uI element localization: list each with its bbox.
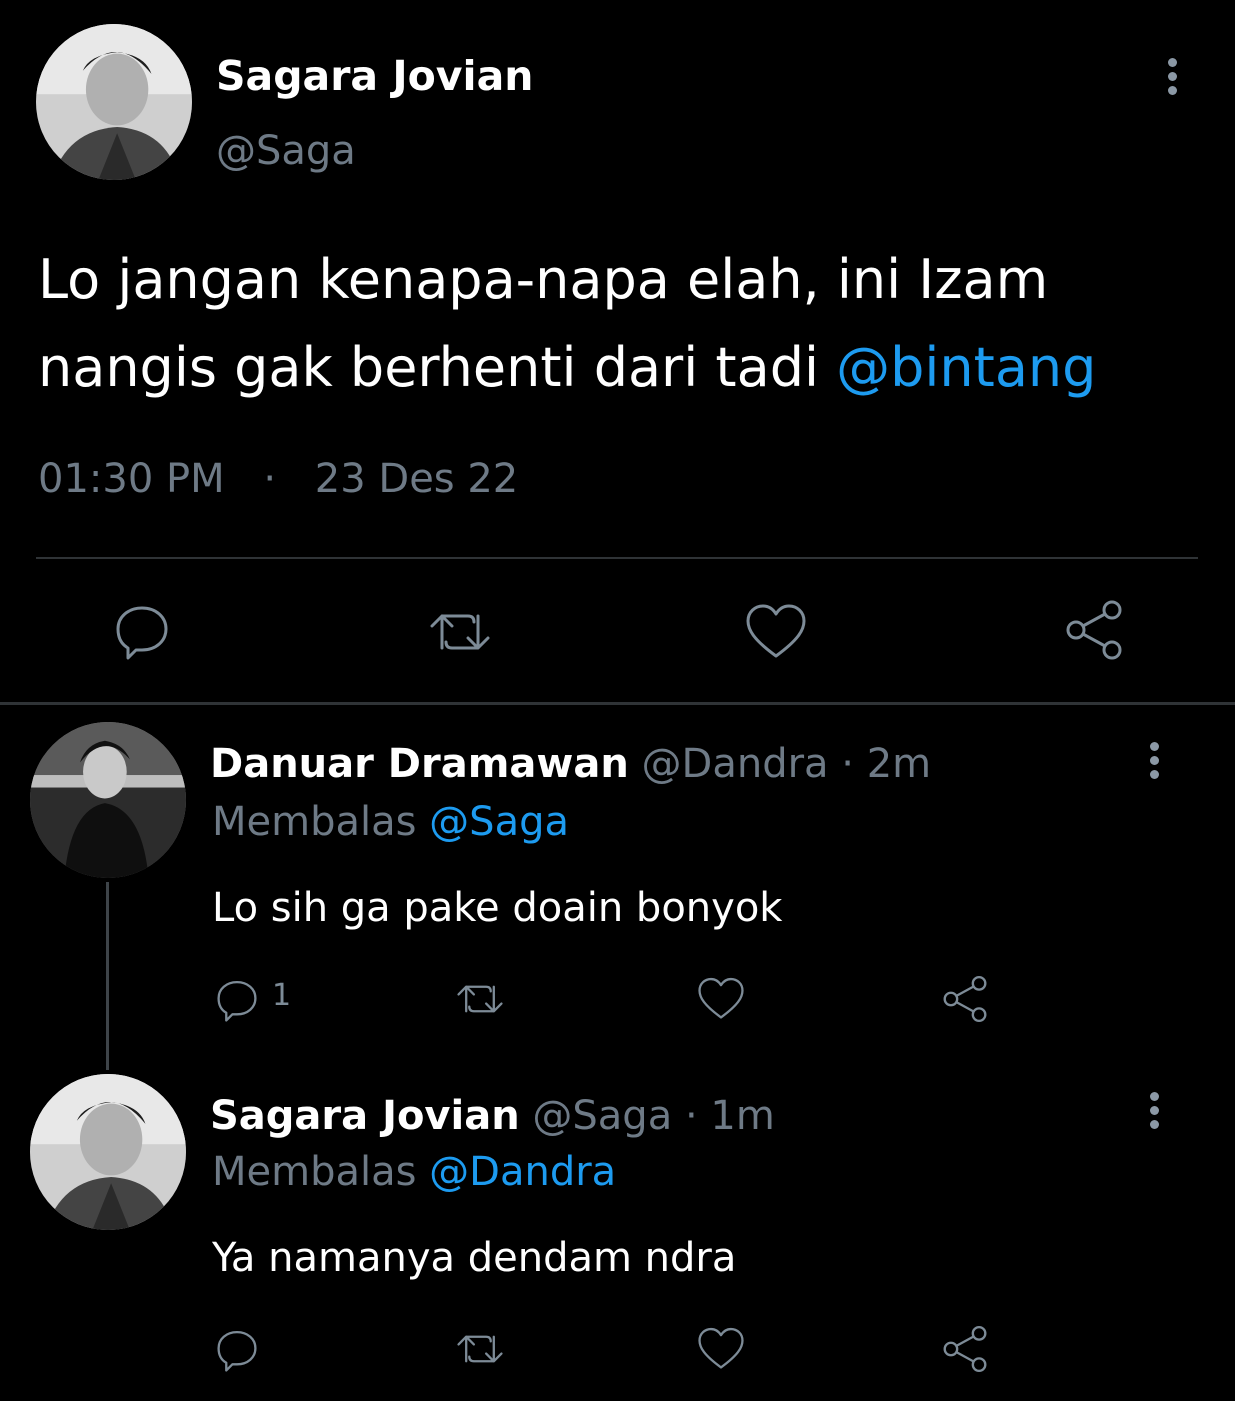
thread-line <box>106 882 109 1070</box>
replying-to-link[interactable]: @Dandra <box>429 1149 616 1195</box>
tweet-time: 01:30 PM <box>38 456 225 502</box>
replying-to: Membalas @Dandra <box>212 1144 616 1200</box>
display-name[interactable]: Sagara Jovian <box>216 48 533 104</box>
handle[interactable]: @Saga <box>216 124 356 178</box>
meta-separator: · <box>841 741 854 787</box>
replying-to: Membalas @Saga <box>212 794 569 850</box>
share-icon[interactable] <box>1062 598 1126 662</box>
tweet-text: Lo jangan kenapa-napa elah, ini Izam nan… <box>38 236 1178 412</box>
more-options-icon[interactable] <box>1148 1092 1160 1134</box>
avatar[interactable] <box>30 1074 186 1230</box>
like-icon[interactable] <box>744 602 808 662</box>
retweet-icon[interactable] <box>452 1326 508 1372</box>
display-name[interactable]: Sagara Jovian <box>210 1093 520 1139</box>
meta-separator: · <box>684 1093 698 1139</box>
reply-text: Ya namanya dendam ndra <box>212 1235 737 1281</box>
time-ago: 1m <box>710 1093 775 1139</box>
share-icon[interactable] <box>940 974 990 1024</box>
share-icon[interactable] <box>940 1324 990 1374</box>
reply-icon[interactable] <box>214 976 260 1022</box>
replying-prefix: Membalas <box>212 799 417 845</box>
tweet-date: 23 Des 22 <box>314 456 519 502</box>
avatar[interactable] <box>36 24 192 180</box>
meta-separator: · <box>263 456 277 502</box>
retweet-icon[interactable] <box>424 602 496 662</box>
more-options-icon[interactable] <box>1166 58 1178 100</box>
reply-count: 1 <box>272 978 292 1013</box>
display-name[interactable]: Danuar Dramawan <box>210 741 629 787</box>
avatar-photo <box>30 1074 186 1230</box>
reply-icon[interactable] <box>112 600 172 660</box>
handle[interactable]: @Saga <box>532 1093 672 1139</box>
reply-header: Sagara Jovian @Saga · 1m <box>210 1088 775 1144</box>
replying-prefix: Membalas <box>212 1149 417 1195</box>
handle[interactable]: @Dandra <box>642 741 829 787</box>
avatar-photo <box>36 24 192 180</box>
mention-link[interactable]: @bintang <box>836 336 1096 399</box>
more-options-icon[interactable] <box>1148 742 1160 784</box>
section-divider <box>0 702 1235 705</box>
like-icon[interactable] <box>696 1326 746 1372</box>
divider <box>36 557 1198 559</box>
replying-to-link[interactable]: @Saga <box>429 799 569 845</box>
tweet-meta: 01:30 PM · 23 Des 22 <box>38 452 518 506</box>
reply-text: Lo sih ga pake doain bonyok <box>212 885 783 931</box>
reply-icon[interactable] <box>214 1326 260 1372</box>
retweet-icon[interactable] <box>452 976 508 1022</box>
time-ago: 2m <box>866 741 932 787</box>
avatar[interactable] <box>30 722 186 878</box>
like-icon[interactable] <box>696 976 746 1022</box>
reply-header: Danuar Dramawan @Dandra · 2m <box>210 736 931 792</box>
avatar-photo <box>30 722 186 878</box>
